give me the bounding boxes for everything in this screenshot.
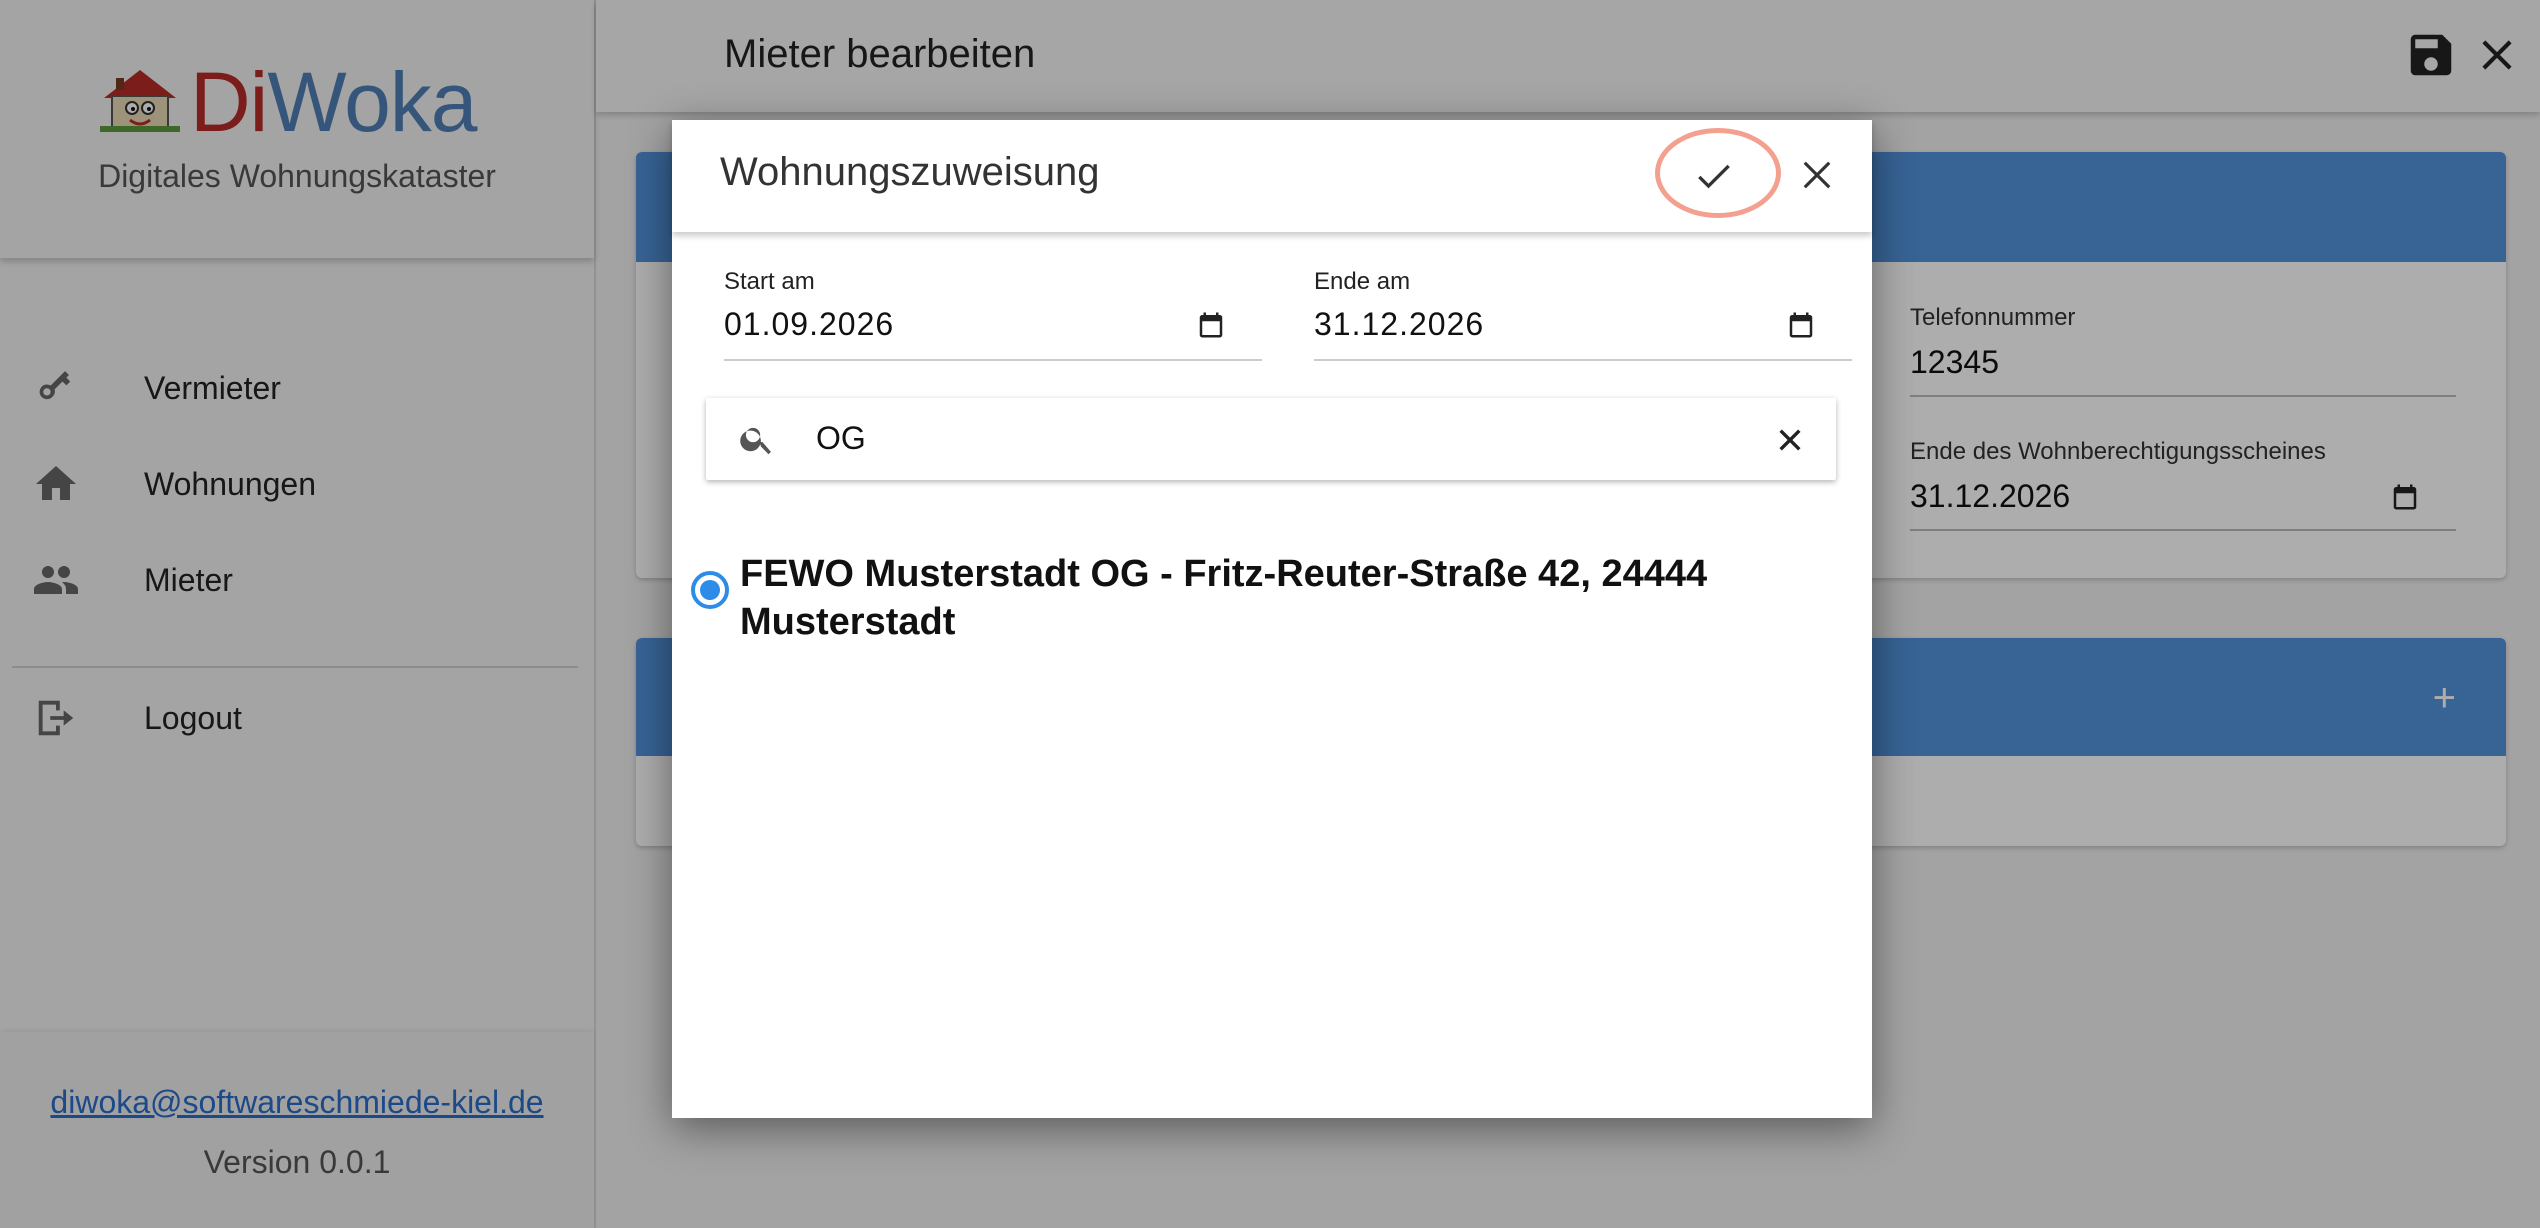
calendar-icon[interactable]: [1196, 310, 1226, 340]
search-input[interactable]: OG: [816, 420, 866, 457]
option-line-1: FEWO Musterstadt OG - Fritz-Reuter-Straß…: [740, 553, 1708, 595]
clear-search-icon[interactable]: [1774, 424, 1806, 456]
apartment-option-label[interactable]: FEWO Musterstadt OG - Fritz-Reuter-Straß…: [740, 550, 1840, 646]
start-date-label: Start am: [724, 268, 815, 295]
option-line-2: Musterstadt: [740, 601, 956, 643]
check-icon: [1698, 164, 1730, 189]
calendar-icon[interactable]: [1786, 310, 1816, 340]
start-date-value: 01.09.2026: [724, 306, 895, 342]
start-date-field[interactable]: Start am 01.09.2026: [724, 268, 1262, 361]
start-date-input[interactable]: 01.09.2026: [724, 306, 1262, 361]
close-icon[interactable]: [1796, 154, 1838, 196]
apartment-option-radio[interactable]: [690, 570, 730, 610]
end-date-label: Ende am: [1314, 268, 1411, 295]
end-date-value: 31.12.2026: [1314, 306, 1485, 342]
apartment-search-bar[interactable]: OG: [706, 398, 1836, 480]
apartment-assignment-dialog: Wohnungszuweisung Start am 01.09.2026 En…: [672, 120, 1872, 1118]
dialog-title: Wohnungszuweisung: [720, 150, 1100, 194]
end-date-field[interactable]: Ende am 31.12.2026: [1314, 268, 1852, 361]
end-date-input[interactable]: 31.12.2026: [1314, 306, 1852, 361]
search-icon: [740, 427, 771, 455]
dialog-header: Wohnungszuweisung: [672, 120, 1872, 232]
confirm-button[interactable]: [1684, 146, 1744, 206]
